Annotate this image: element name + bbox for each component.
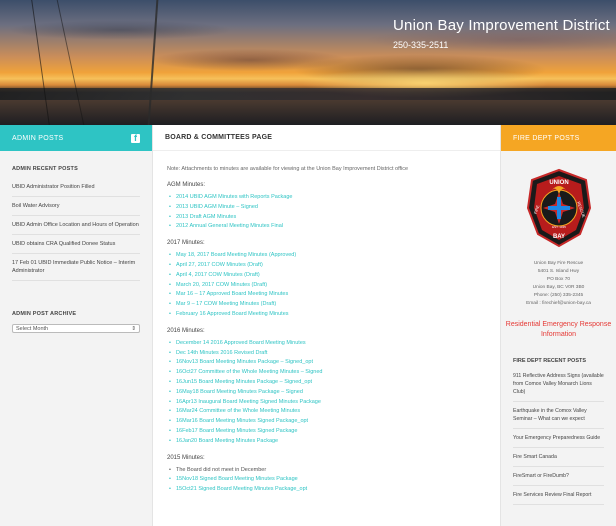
site-header: Union Bay Improvement District 250-335-2… (0, 0, 616, 125)
minutes-link[interactable]: February 16 Approved Board Meeting Minut… (169, 310, 486, 320)
fire-badge-logo: UNION BAY FIRE RESCUE EST. 1935 (501, 168, 616, 248)
fire-post-link[interactable]: Fire Smart Canada (513, 448, 604, 467)
left-sidebar: ADMIN POSTS ADMIN RECENT POSTS UBID Admi… (0, 125, 152, 526)
fire-dept-address: Union Bay Fire Rescue 5401 S. Island Hwy P… (501, 260, 616, 308)
admin-post-link[interactable]: UBID Admin Office Location and Hours of … (12, 216, 140, 235)
minutes-link[interactable]: 2012 Annual General Meeting Minutes Fina… (169, 222, 486, 232)
minutes-section-heading: 2015 Minutes: (167, 454, 205, 461)
admin-recent-posts-title: ADMIN RECENT POSTS (12, 166, 78, 172)
minutes-link[interactable]: 16Nov13 Board Meeting Minutes Package – … (169, 358, 486, 368)
minutes-link[interactable]: 16Jun15 Board Meeting Minutes Package – … (169, 378, 486, 388)
fire-dept-posts-bar: FIRE DEPT POSTS (501, 125, 616, 151)
address-line: Phone: (250) 335-2345 (533, 293, 584, 298)
minutes-link[interactable]: 16Feb17 Board Meeting Minutes Signed Pac… (169, 427, 486, 437)
minutes-link[interactable]: 2014 UBID AGM Minutes with Reports Packa… (169, 193, 486, 203)
minutes-section-heading: 2017 Minutes: (167, 240, 205, 247)
fire-post-link[interactable]: Your Emergency Preparedness Guide (513, 429, 604, 448)
minutes-link[interactable]: 15Nov18 Signed Board Meeting Minutes Pac… (169, 475, 486, 485)
minutes-link[interactable]: 16May18 Board Meeting Minutes Package – … (169, 388, 486, 398)
minutes-link[interactable]: Mar 9 – 17 COW Meeting Minutes (Draft) (169, 300, 486, 310)
site-title[interactable]: Union Bay Improvement District (393, 17, 610, 34)
main-content: BOARD & COMMITTEES PAGE Note: Attachment… (152, 125, 501, 526)
minutes-link[interactable]: 16Mar16 Board Meeting Minutes Signed Pac… (169, 417, 486, 427)
minutes-link[interactable]: 16Oct27 Committee of the Whole Meeting M… (169, 368, 486, 378)
address-line: 5401 S. Island Hwy (537, 269, 580, 274)
fire-rescue-badge-icon: UNION BAY FIRE RESCUE EST. 1935 (526, 168, 591, 248)
minutes-link[interactable]: May 18, 2017 Board Meeting Minutes (Appr… (169, 251, 486, 261)
fire-post-link[interactable]: Earthquake in the Comox Valley Seminar –… (513, 402, 604, 429)
minutes-link[interactable]: 2013 UBID AGM Minute – Signed (169, 203, 486, 213)
right-sidebar: FIRE DEPT POSTS UNION BAY FIRE RESCUE ES… (501, 125, 616, 526)
minutes-link[interactable]: Dec 14th Minutes 2016 Revised Draft (169, 349, 486, 359)
residential-emergency-link[interactable]: Residential Emergency Response Informati… (501, 320, 616, 340)
minutes-link[interactable]: Mar 16 – 17 Approved Board Meeting Minut… (169, 290, 486, 300)
admin-archive-title: ADMIN POST ARCHIVE (12, 311, 77, 317)
address-line: Union Bay, BC V0R 3B0 (532, 285, 585, 290)
admin-posts-bar: ADMIN POSTS (0, 125, 152, 151)
fire-post-link[interactable]: FireSmart or FireDumb? (513, 467, 604, 486)
minutes-link[interactable]: 15Oct21 Signed Board Meeting Minutes Pac… (169, 485, 486, 495)
fire-post-link[interactable]: Fire Services Review Final Report (513, 486, 604, 505)
address-line: Union Bay Fire Rescue (533, 261, 584, 266)
minutes-link[interactable]: 2013 Draft AGM Minutes (169, 213, 486, 223)
minutes-section-heading: 2016 Minutes: (167, 327, 205, 334)
minutes-list: 2014 UBID AGM Minutes with Reports Packa… (167, 193, 486, 232)
admin-recent-posts-list: UBID Administrator Position Filled Boil W… (0, 178, 152, 281)
badge-top-text: UNION (549, 180, 568, 186)
main-body: Note: Attachments to minutes are availab… (153, 151, 500, 508)
fire-dept-recent-posts-list: 911 Reflective Address Signs (available … (501, 367, 616, 505)
minutes-link[interactable]: 16Mar24 Committee of the Whole Meeting M… (169, 407, 486, 417)
minutes-section-heading: AGM Minutes: (167, 182, 206, 188)
page-title: BOARD & COMMITTEES PAGE (153, 125, 500, 151)
admin-post-link[interactable]: 17 Feb 01 UBID Immediate Public Notice –… (12, 254, 140, 281)
badge-est-text: EST. 1935 (552, 225, 566, 229)
admin-post-link[interactable]: UBID obtains CRA Qualified Donee Status (12, 235, 140, 254)
minutes-link[interactable]: April 27, 2017 COW Minutes (Draft) (169, 261, 486, 271)
address-line[interactable]: Email : firechief@union-bay.ca (501, 300, 616, 308)
minutes-list: The Board did not meet in December15Nov1… (167, 466, 486, 495)
fire-dept-posts-label: FIRE DEPT POSTS (513, 134, 580, 142)
admin-post-link[interactable]: Boil Water Advisory (12, 197, 140, 216)
fire-post-link[interactable]: 911 Reflective Address Signs (available … (513, 367, 604, 402)
minutes-link[interactable]: 16Apr13 Inaugural Board Meeting Signed M… (169, 398, 486, 408)
site-phone: 250-335-2511 (393, 40, 449, 50)
minutes-list: May 18, 2017 Board Meeting Minutes (Appr… (167, 251, 486, 320)
minutes-note-item: The Board did not meet in December (169, 466, 486, 476)
admin-posts-label: ADMIN POSTS (12, 134, 64, 142)
facebook-icon[interactable] (131, 133, 140, 143)
badge-bottom-text: BAY (552, 234, 564, 240)
select-arrows-icon: ⇕ (131, 325, 136, 332)
fire-dept-recent-posts-title: FIRE DEPT RECENT POSTS (513, 358, 587, 364)
minutes-link[interactable]: March 20, 2017 COW Minutes (Draft) (169, 281, 486, 291)
minutes-link[interactable]: 16Jan20 Board Meeting Minutes Package (169, 437, 486, 447)
minutes-link[interactable]: December 14 2016 Approved Board Meeting … (169, 339, 486, 349)
archive-month-select[interactable]: Select Month ⇕ (12, 324, 140, 333)
minutes-note: Note: Attachments to minutes are availab… (167, 166, 409, 172)
archive-select-value: Select Month (16, 325, 49, 332)
header-water (0, 100, 616, 125)
minutes-link[interactable]: April 4, 2017 COW Minutes (Draft) (169, 271, 486, 281)
admin-post-link[interactable]: UBID Administrator Position Filled (12, 178, 140, 197)
address-line: PO Box 70 (546, 277, 571, 282)
minutes-list: December 14 2016 Approved Board Meeting … (167, 339, 486, 447)
